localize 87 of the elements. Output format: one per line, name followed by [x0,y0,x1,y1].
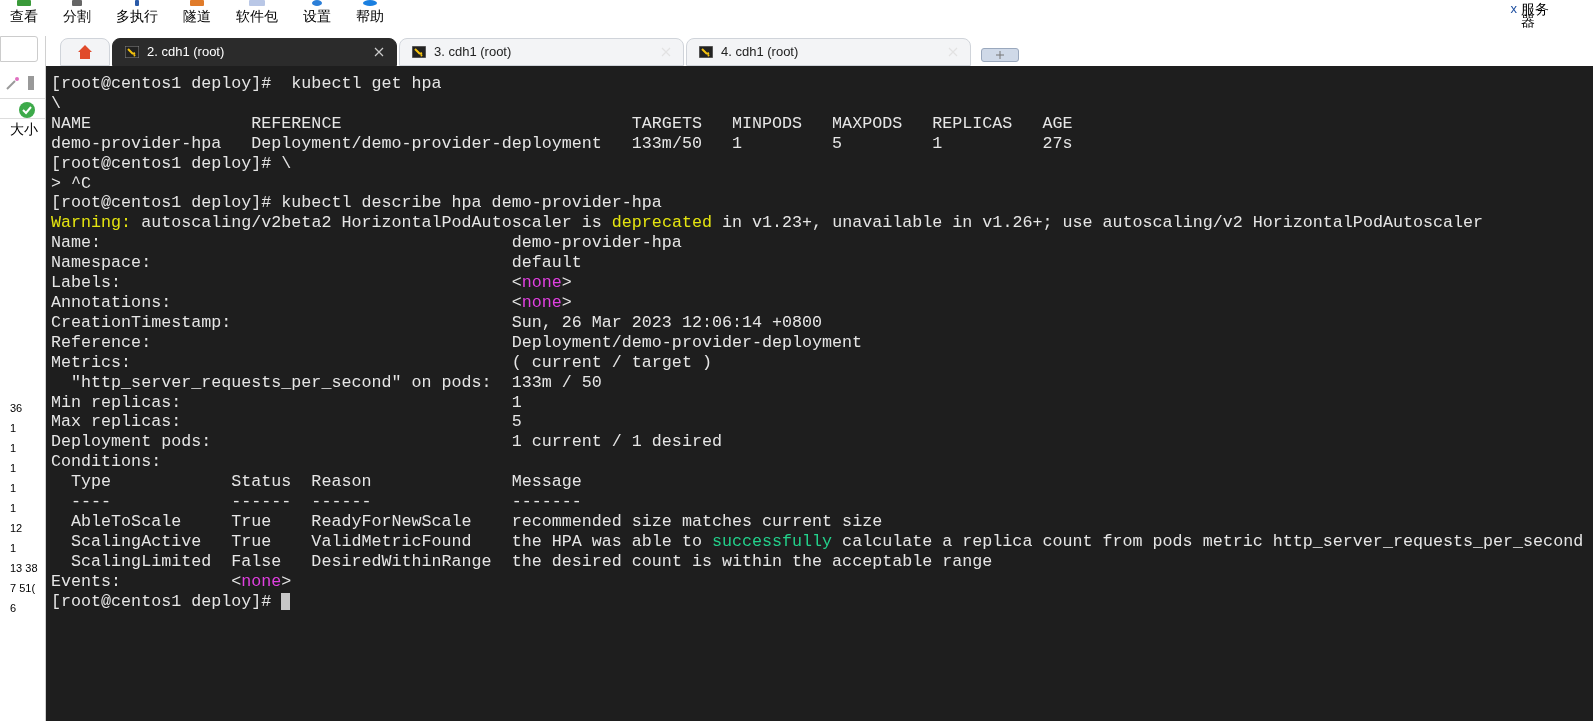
terminal-text: > ^C [51,173,92,194]
terminal-text: demo-provider-hpa Deployment/demo-provider-deployment 133m/50 1 5 1 27s [51,133,1073,154]
field-label: Namespace: [51,253,152,273]
home-tab[interactable] [60,38,110,66]
toolbar-button[interactable]: 分割 [63,6,91,26]
size-value: 1 [10,441,18,456]
toolbar-button[interactable]: 多执行 [116,6,158,26]
terminal-text: ---- ------ ------ ------- [70,492,582,512]
terminal-text: Type Status Reason Message [70,472,582,493]
terminal-text: ScalingLimited False DesiredWithinRange the desired count is within the acceptable range [70,551,993,572]
field-label: CreationTimestamp: [51,312,232,332]
column-header: 大小 [10,120,38,139]
terminal-text: successfully [711,531,833,552]
terminal-text: demo-provider-hpa [511,233,682,254]
close-icon[interactable] [374,47,384,57]
terminal-text: Warning: [51,213,132,234]
size-value: 1 [10,481,18,496]
field-label: Reference: [51,332,152,352]
terminal-text: [root@centos1 deploy]# [51,591,273,612]
terminal-text: [root@centos1 deploy]# \ [51,153,292,174]
terminal-text: none [521,292,562,313]
terminal-text: ScalingActive True ValidMetricFound the HPA was able to [70,531,703,552]
terminal-text: > [561,273,572,293]
size-value: 6 [10,601,18,616]
terminal-text: 133m / 50 [511,372,602,393]
field-label: Deployment pods: [51,432,212,452]
terminal-text: in v1.23+, unavailable in v1.26+; use autoscaling/v2 HorizontalPodAutoscaler [720,213,1484,234]
terminal-text: deprecated [611,213,712,234]
tab-label: 2. cdh1 (root) [147,43,225,62]
size-value: 1 [10,421,18,436]
home-icon [77,44,93,60]
server-button[interactable]: x 服务器 [1510,3,1551,27]
field-label: Labels: [51,273,122,293]
field-label: Min replicas: [51,392,182,412]
size-value: 12 [10,521,24,536]
session-tab[interactable]: 3. cdh1 (root) [399,38,684,66]
terminal-text: [root@centos1 deploy]# kubectl get hpa [51,74,442,94]
new-tab-button[interactable] [981,48,1019,62]
toolbar-button[interactable]: 帮助 [356,6,384,26]
key-icon [699,46,713,58]
size-value: 1 [10,541,18,556]
size-value: 36 [10,401,24,416]
field-label: Name: [51,233,102,253]
terminal-text: \ [51,93,61,114]
terminal-text: none [241,571,282,592]
field-label: Max replicas: [51,412,182,432]
terminal-text: ( current / target ) [511,352,712,373]
toolbar-button[interactable]: 隧道 [183,6,211,26]
field-label: "http_server_requests_per_second" on pods: [70,372,492,392]
session-tab[interactable]: 4. cdh1 (root) [686,38,971,66]
key-icon [125,46,139,58]
toolbar-button[interactable]: 软件包 [236,6,278,26]
terminal-text: [root@centos1 deploy]# kubectl describe hpa demo-provider-hpa [51,193,662,214]
size-value: 13 38 [10,561,39,576]
size-value: 7 51( [10,581,37,596]
terminal-text: Sun, 26 Mar 2023 12:06:14 +0800 [511,312,823,333]
terminal-text: > [281,571,292,592]
terminal-text: < [511,292,522,313]
toolbar-button[interactable]: 查看 [10,6,38,26]
terminal-text: Deployment/demo-provider-deployment [511,332,863,353]
terminal-text: 1 current / 1 desired [511,432,722,453]
plus-icon [996,51,1004,59]
tab-label: 4. cdh1 (root) [721,43,799,62]
terminal-text: < [511,273,522,293]
terminal-text: Conditions: [51,452,162,473]
size-value: 1 [10,461,18,476]
toolbar-button[interactable]: 设置 [303,6,331,26]
terminal[interactable] [46,66,1593,721]
terminal-text: 5 [511,412,522,433]
sidebar-field[interactable] [0,36,38,62]
terminal-text: Events: < [51,571,242,592]
terminal-text: NAME REFERENCE TARGETS MINPODS MAXPODS REPLICAS AGE [51,113,1073,134]
terminal-text: > [561,292,572,313]
tab-label: 3. cdh1 (root) [434,43,512,62]
terminal-text: calculate a replica count from pods metric http_server_requests_per_second [841,531,1584,552]
terminal-text: autoscaling/v2beta2 HorizontalPodAutoscaler is [140,213,603,234]
terminal-text: none [521,273,562,293]
field-label: Annotations: [51,292,172,312]
terminal-text: 1 [511,392,522,413]
check-icon [19,102,35,118]
terminal-text: AbleToScale True ReadyForNewScale recommended size matches current size [70,511,883,532]
terminal-text: default [511,253,582,274]
size-value: 1 [10,501,18,516]
session-tab[interactable]: 2. cdh1 (root) [112,38,397,66]
field-label: Metrics: [51,352,132,372]
key-icon [412,46,426,58]
magic-wand-icon[interactable] [6,76,20,90]
